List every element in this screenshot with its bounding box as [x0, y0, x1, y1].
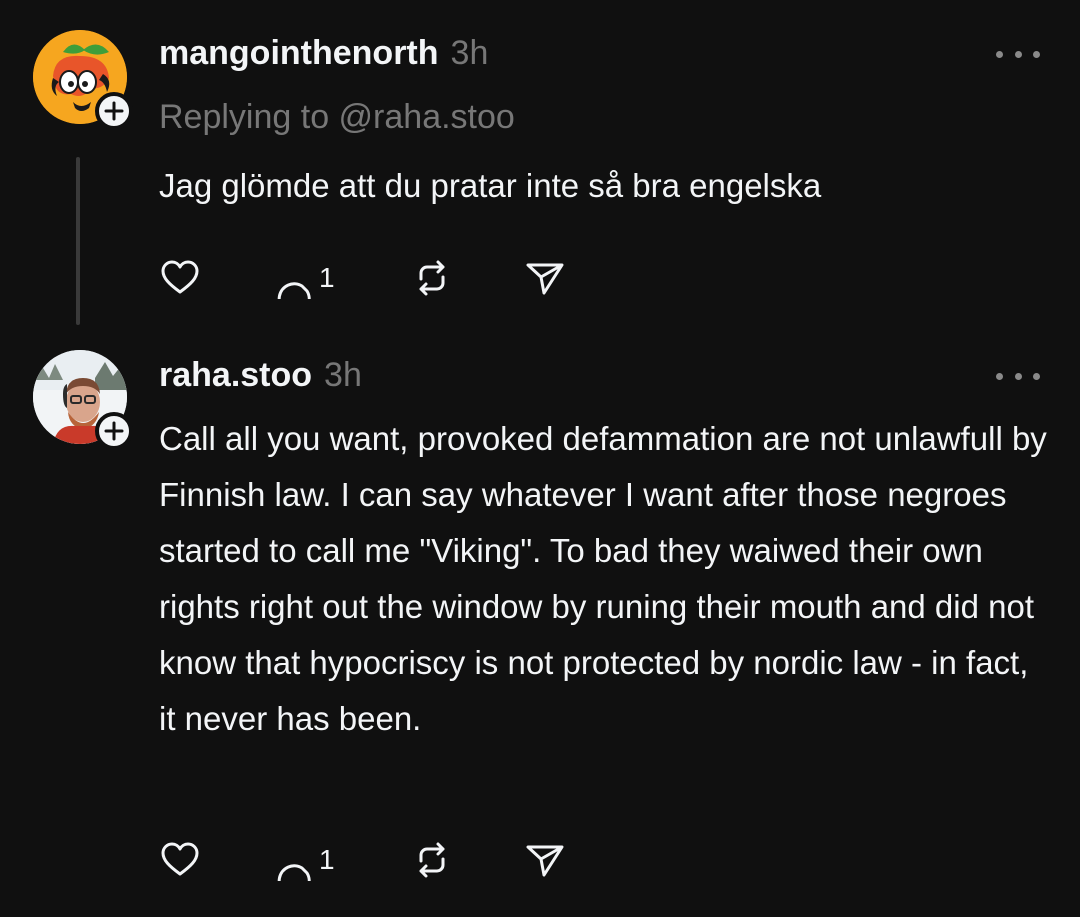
- reply-button[interactable]: 1: [271, 256, 335, 300]
- post-text: Jag glömde att du pratar inte så bra eng…: [159, 167, 822, 204]
- like-button[interactable]: [159, 256, 201, 300]
- send-icon: [526, 845, 564, 877]
- repost-icon: [419, 842, 445, 878]
- timestamp: 3h: [450, 34, 489, 72]
- more-options-button[interactable]: [996, 369, 1040, 383]
- plus-icon: [104, 421, 124, 441]
- reply-button[interactable]: 1: [271, 838, 335, 882]
- send-icon: [526, 263, 564, 295]
- dot-icon: [996, 372, 1003, 380]
- comment-icon: [277, 282, 311, 299]
- follow-button[interactable]: [95, 92, 133, 130]
- repost-icon: [419, 260, 445, 296]
- dot-icon: [1033, 50, 1040, 58]
- timestamp: 3h: [324, 356, 362, 394]
- post-raha-stoo: raha.stoo 3h Call all you want, provoked …: [0, 340, 1080, 917]
- dot-icon: [996, 50, 1003, 58]
- follow-button[interactable]: [95, 412, 133, 450]
- share-button[interactable]: [524, 838, 566, 882]
- plus-icon: [104, 101, 124, 121]
- dot-icon: [1033, 372, 1040, 380]
- post-text: Call all you want, provoked defammation …: [159, 420, 1047, 737]
- heart-icon: [161, 260, 199, 294]
- comment-icon: [277, 864, 311, 881]
- more-options-button[interactable]: [996, 47, 1040, 61]
- dot-icon: [1014, 372, 1022, 380]
- repost-button[interactable]: [411, 838, 453, 882]
- username[interactable]: raha.stoo 3h: [159, 356, 362, 395]
- heart-icon: [161, 842, 199, 876]
- post-mangointhenorth: mangointhenorth 3h Replying to @raha.stoo…: [0, 0, 1080, 340]
- repost-button[interactable]: [411, 256, 453, 300]
- reply-count: 1: [319, 262, 335, 293]
- username[interactable]: mangointhenorth 3h: [159, 34, 488, 73]
- username-text[interactable]: mangointhenorth: [159, 34, 439, 72]
- dot-icon: [1014, 50, 1022, 58]
- replying-to-label[interactable]: Replying to @raha.stoo: [159, 98, 515, 137]
- share-button[interactable]: [524, 256, 566, 300]
- reply-count: 1: [319, 844, 335, 875]
- like-button[interactable]: [159, 838, 201, 882]
- thread-line: [76, 157, 80, 325]
- username-text[interactable]: raha.stoo: [159, 356, 312, 394]
